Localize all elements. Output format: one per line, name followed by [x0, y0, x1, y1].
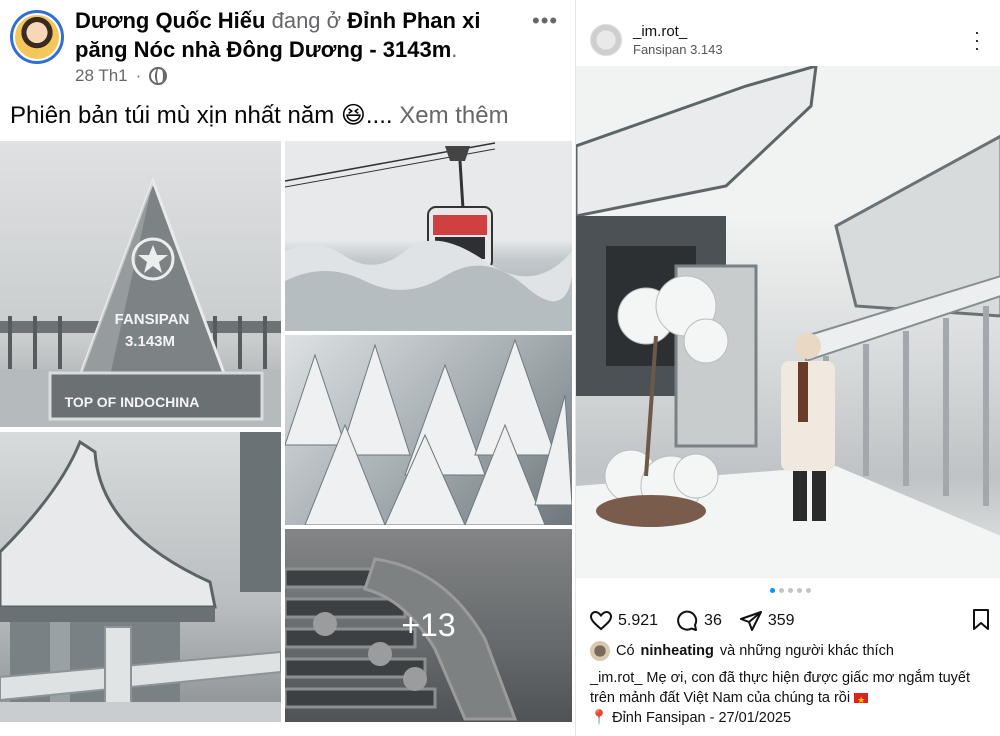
location-pin-icon: 📍: [590, 710, 609, 726]
photo-cable-car[interactable]: [285, 141, 572, 331]
carousel-indicator: [770, 588, 811, 593]
more-photos-count: +13: [401, 607, 456, 643]
ig-post-photo[interactable]: [576, 66, 1000, 578]
liked-by-prefix: Có: [616, 643, 635, 659]
ig-username[interactable]: _im.rot_: [633, 23, 687, 40]
carousel-dot: [797, 588, 802, 593]
instagram-post: _im.rot_ Fansipan 3.143 · · · 5.921 36 3…: [575, 0, 1000, 736]
bookmark-icon[interactable]: [972, 609, 990, 636]
photo-pagoda-roof[interactable]: [0, 432, 281, 722]
post-header: Dương Quốc Hiếu đang ở Đỉnh Phan xi păng…: [75, 6, 515, 64]
summit-marker-illustration: FANSIPAN 3.143M TOP OF INDOCHINA: [0, 176, 281, 427]
vietnam-flag-icon: [854, 690, 869, 710]
facebook-post: Dương Quốc Hiếu đang ở Đỉnh Phan xi păng…: [0, 0, 584, 736]
pagoda-illustration: [0, 432, 281, 722]
forest-illustration: [285, 338, 572, 525]
sign-height-text: 3.143M: [125, 333, 175, 350]
author-avatar[interactable]: [10, 10, 64, 64]
carousel-dot: [788, 588, 793, 593]
comment-count[interactable]: 36: [704, 612, 722, 630]
photo-frosted-forest[interactable]: [285, 335, 572, 525]
globe-icon[interactable]: [149, 67, 168, 85]
cable-car-illustration: [285, 142, 572, 331]
like-count[interactable]: 5.921: [618, 612, 658, 630]
action-bar: 5.921 36 359: [590, 607, 990, 635]
sign-top-text: FANSIPAN: [115, 311, 190, 328]
ig-caption: _im.rot_ Mẹ ơi, con đã thực hiện được gi…: [590, 668, 995, 728]
liked-by-user[interactable]: ninheating: [641, 643, 714, 659]
dot-separator: ·: [135, 66, 142, 85]
caption-body: Mẹ ơi, con đã thực hiện được giấc mơ ngắ…: [590, 670, 971, 706]
like-action[interactable]: 5.921: [590, 611, 658, 631]
kebab-menu-icon[interactable]: · · ·: [974, 23, 980, 57]
heart-icon[interactable]: [590, 611, 612, 631]
location-prefix: đang ở: [271, 8, 342, 33]
location-suffix: .: [451, 37, 458, 62]
temple-snow-illustration: [576, 66, 1000, 578]
see-more-link[interactable]: Xem thêm: [399, 102, 508, 129]
more-options-icon[interactable]: •••: [532, 8, 558, 34]
liker-avatar[interactable]: [590, 641, 610, 661]
carousel-dot: [770, 588, 775, 593]
caption-text: Phiên bản túi mù xịn nhất năm 😆....: [10, 102, 393, 129]
send-icon[interactable]: [739, 611, 762, 631]
ig-user-avatar[interactable]: [590, 24, 622, 56]
liked-by-suffix[interactable]: và những người khác thích: [720, 643, 894, 659]
author-name[interactable]: Dương Quốc Hiếu: [75, 8, 265, 33]
post-meta: 28 Th1 ·: [75, 66, 168, 86]
share-count[interactable]: 359: [768, 612, 795, 630]
caption-place: Đỉnh Fansipan - 27/01/2025: [612, 710, 792, 726]
liked-by: Có ninheating và những người khác thích: [590, 641, 894, 661]
photo-stairs-more[interactable]: +13: [285, 529, 572, 722]
post-caption: Phiên bản túi mù xịn nhất năm 😆.... Xem …: [10, 100, 509, 132]
caption-username[interactable]: _im.rot_: [590, 670, 642, 686]
comment-icon[interactable]: [676, 610, 698, 632]
comment-action[interactable]: 36: [676, 610, 722, 632]
carousel-dot: [806, 588, 811, 593]
sign-base-text: TOP OF INDOCHINA: [65, 394, 200, 410]
post-date[interactable]: 28 Th1: [75, 66, 128, 86]
ig-location[interactable]: Fansipan 3.143: [633, 42, 723, 57]
carousel-dot: [779, 588, 784, 593]
share-action[interactable]: 359: [739, 611, 795, 631]
photo-summit-marker[interactable]: FANSIPAN 3.143M TOP OF INDOCHINA: [0, 141, 281, 427]
